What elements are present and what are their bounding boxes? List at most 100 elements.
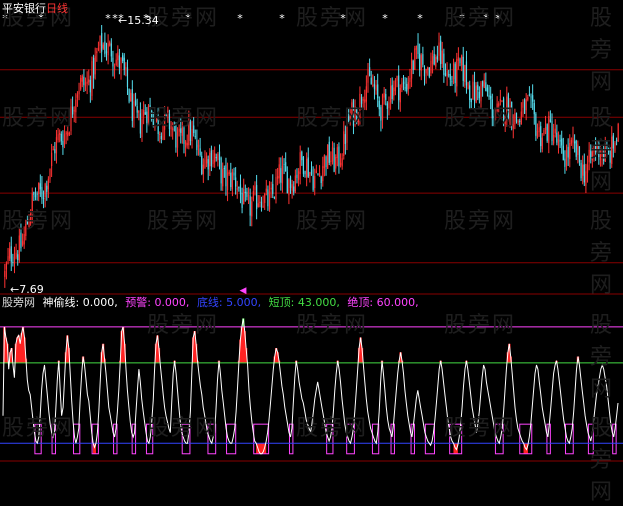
candle-down [443, 53, 445, 75]
candle-up [501, 100, 503, 102]
candle-up [388, 102, 390, 109]
candle-up [265, 188, 267, 192]
candle-down [373, 83, 376, 90]
candle-up [217, 154, 219, 161]
candle-down [419, 53, 421, 71]
candle-down [478, 91, 480, 99]
candle-up [475, 85, 477, 103]
candle-up [25, 223, 27, 236]
candle-down [433, 53, 435, 65]
candle-down [562, 145, 564, 161]
shentou-line [2, 318, 619, 455]
candle-up [354, 106, 356, 123]
candle-down [26, 220, 29, 225]
candle-up [288, 179, 290, 196]
candle-up [351, 102, 353, 117]
candle-up [120, 57, 122, 69]
candle-down [486, 87, 489, 92]
candle-down [493, 116, 495, 118]
candle-up [430, 60, 432, 74]
candle-down [207, 159, 209, 170]
candle-up [23, 234, 25, 245]
candle-up [63, 134, 66, 145]
candle-down [246, 191, 248, 198]
candle-down [20, 232, 22, 249]
candle-up [236, 188, 238, 190]
candle-down [244, 191, 246, 194]
indicator-item-jueding: 绝顶: 60.000, [347, 296, 419, 309]
candle-up [247, 195, 250, 197]
candle-down [574, 141, 576, 144]
indicator-item-dixian: 底线: 5.000, [196, 296, 262, 309]
candle-up [141, 119, 143, 138]
candle-up [389, 86, 392, 103]
candle-up [297, 171, 300, 180]
candle-down [151, 110, 153, 120]
candle-up [259, 201, 261, 203]
candle-up [517, 120, 519, 123]
candle-down [131, 89, 133, 121]
candle-up [512, 124, 514, 129]
candle-up [596, 141, 598, 154]
candle-up [231, 171, 234, 190]
candle-up [278, 164, 280, 179]
signal-marker: * [417, 12, 423, 25]
indicator-source: 股旁网 [2, 296, 35, 309]
candle-down [230, 172, 232, 187]
candle-up [197, 144, 200, 148]
candle-up [188, 121, 190, 146]
candle-down [540, 126, 542, 147]
signal-marker: * [105, 12, 111, 25]
candle-up [614, 142, 616, 152]
candle-down [440, 40, 442, 64]
candle-up [611, 136, 613, 164]
candle-up [113, 66, 116, 71]
signal-marker: * [237, 12, 243, 25]
candle-up [346, 118, 348, 143]
max-price-label: ←15.34 [118, 14, 159, 27]
candle-up [222, 168, 224, 187]
candle-down [482, 81, 484, 87]
candle-up [514, 113, 516, 125]
candle-down [609, 150, 611, 163]
candle-up [331, 147, 334, 162]
candle-down [310, 169, 313, 175]
candle-down [530, 96, 532, 98]
candle-up [330, 160, 332, 162]
candle-up [133, 101, 135, 119]
candle-down [41, 187, 43, 199]
candle-up [544, 126, 547, 131]
candle-up [91, 61, 93, 97]
candle-up [226, 172, 229, 191]
candle-down [17, 254, 19, 261]
candle-down [485, 82, 487, 92]
candle-up [496, 103, 498, 111]
candle-down [225, 165, 227, 187]
candle-down [199, 148, 201, 155]
candle-down [549, 119, 551, 122]
candle-down [175, 125, 177, 148]
candle-up [18, 235, 20, 261]
candle-up [59, 132, 61, 135]
candle-up [164, 111, 166, 130]
candle-down [286, 171, 288, 194]
candle-up [270, 187, 272, 190]
candle-up [565, 150, 568, 166]
candle-down [567, 146, 569, 158]
candle-down [380, 107, 382, 121]
candle-down [104, 41, 106, 55]
candle-down [134, 100, 137, 105]
candle-down [307, 157, 309, 177]
candle-down [189, 121, 192, 141]
candle-up [159, 134, 161, 136]
candle-up [375, 85, 377, 91]
candle-up [599, 154, 602, 160]
candle-up [617, 124, 619, 142]
candle-up [107, 43, 109, 56]
candle-down [386, 103, 388, 110]
candle-up [7, 256, 9, 261]
candle-down [249, 196, 251, 216]
candle-up [435, 57, 437, 67]
candle-down [123, 57, 125, 71]
candle-up [414, 48, 416, 70]
